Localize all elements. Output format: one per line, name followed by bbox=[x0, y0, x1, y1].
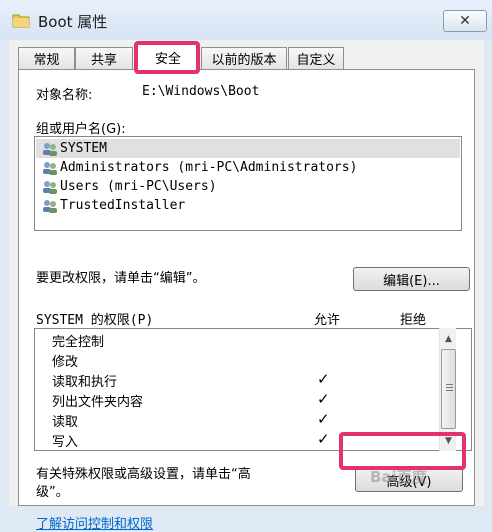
users-icon bbox=[43, 199, 57, 213]
scroll-down-icon[interactable]: ▼ bbox=[440, 432, 457, 449]
permission-name: 写入 bbox=[52, 435, 79, 450]
tab-previous-versions[interactable]: 以前的版本 bbox=[201, 47, 287, 69]
list-item[interactable]: Users (mri-PC\Users) bbox=[36, 177, 217, 196]
allow-check: ✓ bbox=[317, 390, 330, 408]
permissions-header: SYSTEM 的权限(P) bbox=[36, 313, 154, 328]
edit-button[interactable]: 编辑(E)... bbox=[353, 267, 470, 291]
tab-sharing[interactable]: 共享 bbox=[75, 47, 133, 69]
tab-general[interactable]: 常规 bbox=[18, 47, 75, 69]
user-name: Users (mri-PC\Users) bbox=[60, 179, 217, 194]
window-title: Boot 属性 bbox=[38, 13, 108, 31]
user-name: SYSTEM bbox=[60, 141, 107, 156]
help-link[interactable]: 了解访问控制和权限 bbox=[36, 513, 153, 532]
allow-header: 允许 bbox=[314, 313, 341, 328]
close-icon: ✕ bbox=[459, 13, 471, 29]
deny-header: 拒绝 bbox=[400, 313, 427, 328]
tab-label: 以前的版本 bbox=[211, 53, 277, 68]
allow-check: ✓ bbox=[317, 370, 330, 388]
permission-name: 读取 bbox=[52, 415, 79, 430]
security-panel: 对象名称: E:\Windows\Boot 组或用户名(G): SYSTEM A… bbox=[18, 69, 475, 532]
folder-icon bbox=[12, 14, 30, 28]
tab-security[interactable]: 安全 bbox=[137, 43, 199, 70]
scroll-up-icon[interactable]: ▲ bbox=[440, 330, 457, 347]
object-name-value: E:\Windows\Boot bbox=[142, 84, 260, 99]
allow-check: ✓ bbox=[317, 430, 330, 448]
tab-label: 共享 bbox=[90, 53, 117, 68]
permissions-scrollbar[interactable]: ▲ ▼ bbox=[439, 328, 456, 451]
list-item[interactable]: Administrators (mri-PC\Administrators) bbox=[36, 158, 357, 177]
advanced-hint-line1: 有关特殊权限或高级设置，请单击“高 bbox=[36, 467, 251, 482]
permission-name: 列出文件夹内容 bbox=[52, 395, 144, 410]
permission-name: 完全控制 bbox=[52, 335, 105, 350]
properties-dialog: 常规 共享 安全 以前的版本 自定义 对象名称: E:\Windows\Boot… bbox=[9, 40, 484, 532]
tab-label: 自定义 bbox=[296, 53, 336, 68]
group-label: 组或用户名(G): bbox=[36, 122, 126, 137]
list-item[interactable]: TrustedInstaller bbox=[36, 196, 185, 215]
user-name: TrustedInstaller bbox=[60, 198, 186, 213]
object-name-label: 对象名称: bbox=[36, 88, 93, 103]
close-button[interactable]: ✕ bbox=[443, 10, 487, 32]
watermark: Bai百度 bbox=[370, 468, 427, 486]
user-name: Administrators (mri-PC\Administrators) bbox=[60, 160, 358, 175]
change-hint: 要更改权限，请单击“编辑”。 bbox=[36, 271, 206, 286]
title-bar: Boot 属性 ✕ bbox=[0, 0, 492, 40]
advanced-hint-line2: 级”。 bbox=[36, 485, 69, 500]
users-listbox[interactable]: SYSTEM Administrators (mri-PC\Administra… bbox=[34, 136, 462, 231]
allow-check: ✓ bbox=[317, 410, 330, 428]
tab-customize[interactable]: 自定义 bbox=[288, 47, 344, 69]
permissions-list[interactable]: 完全控制 修改 读取和执行 列出文件夹内容 读取 写入 ✓ ✓ ✓ ✓ bbox=[34, 328, 472, 451]
permission-name: 读取和执行 bbox=[52, 375, 118, 390]
list-item[interactable]: SYSTEM bbox=[36, 139, 460, 158]
edit-button-label: 编辑(E)... bbox=[383, 273, 440, 289]
scroll-thumb[interactable] bbox=[441, 349, 456, 429]
tab-label: 常规 bbox=[33, 53, 60, 68]
users-icon bbox=[43, 180, 57, 194]
users-icon bbox=[43, 142, 57, 156]
users-icon bbox=[43, 161, 57, 175]
permission-name: 修改 bbox=[52, 355, 79, 370]
tab-label: 安全 bbox=[154, 51, 181, 67]
